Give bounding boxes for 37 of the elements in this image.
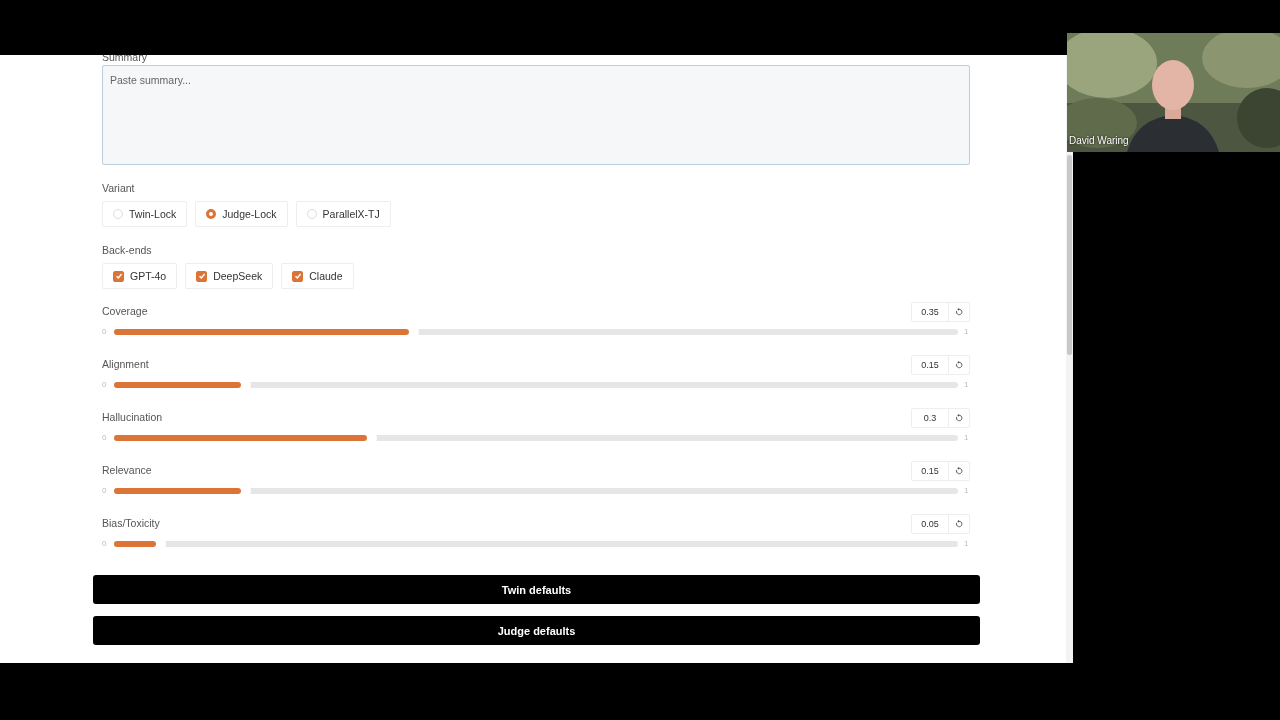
checkbox-option[interactable]: Claude (281, 263, 354, 289)
summary-field[interactable]: Paste summary... (102, 65, 970, 165)
radio-button[interactable] (206, 209, 217, 219)
checkbox-option[interactable]: GPT-4o (102, 263, 178, 289)
section-label: Variant (102, 181, 136, 195)
option-label: Judge-Lock (222, 208, 277, 220)
section-label: Back-ends (102, 243, 153, 257)
defaults-button[interactable]: Judge defaults (93, 616, 980, 645)
value-field[interactable]: 0.05 (911, 514, 970, 534)
slider-label: Alignment (102, 358, 149, 370)
radio-option[interactable]: Twin-Lock (102, 201, 188, 227)
checkbox-option[interactable]: DeepSeek (185, 263, 274, 289)
slider-label: Bias/Toxicity (102, 517, 160, 529)
participant-name: David Waring (1069, 135, 1129, 146)
option-label: Claude (309, 270, 343, 282)
max-label: 1 (964, 486, 970, 495)
slider-label: Relevance (102, 464, 152, 476)
option-label: ParallelX-TJ (322, 208, 380, 220)
option-label: DeepSeek (213, 270, 263, 282)
checkbox[interactable] (196, 270, 208, 282)
value-field[interactable]: 0.35 (911, 302, 970, 322)
option-label: Twin-Lock (129, 208, 177, 220)
option-label: GPT-4o (130, 270, 167, 282)
radio-option[interactable]: ParallelX-TJ (295, 201, 391, 227)
value-field[interactable]: 0.3 (911, 408, 970, 428)
value-field[interactable]: 0.15 (911, 355, 970, 375)
defaults-button[interactable]: Twin defaults (93, 575, 980, 604)
max-label: 1 (964, 327, 970, 336)
checkbox[interactable] (292, 270, 304, 282)
slider-label: Hallucination (102, 411, 163, 423)
value-field[interactable]: 0.15 (911, 461, 970, 481)
slider-label: Coverage (102, 305, 148, 317)
max-label: 1 (964, 433, 970, 442)
max-label: 1 (964, 380, 970, 389)
max-label: 1 (964, 539, 970, 548)
radio-option[interactable]: Judge-Lock (195, 201, 288, 227)
checkbox[interactable] (113, 270, 124, 282)
